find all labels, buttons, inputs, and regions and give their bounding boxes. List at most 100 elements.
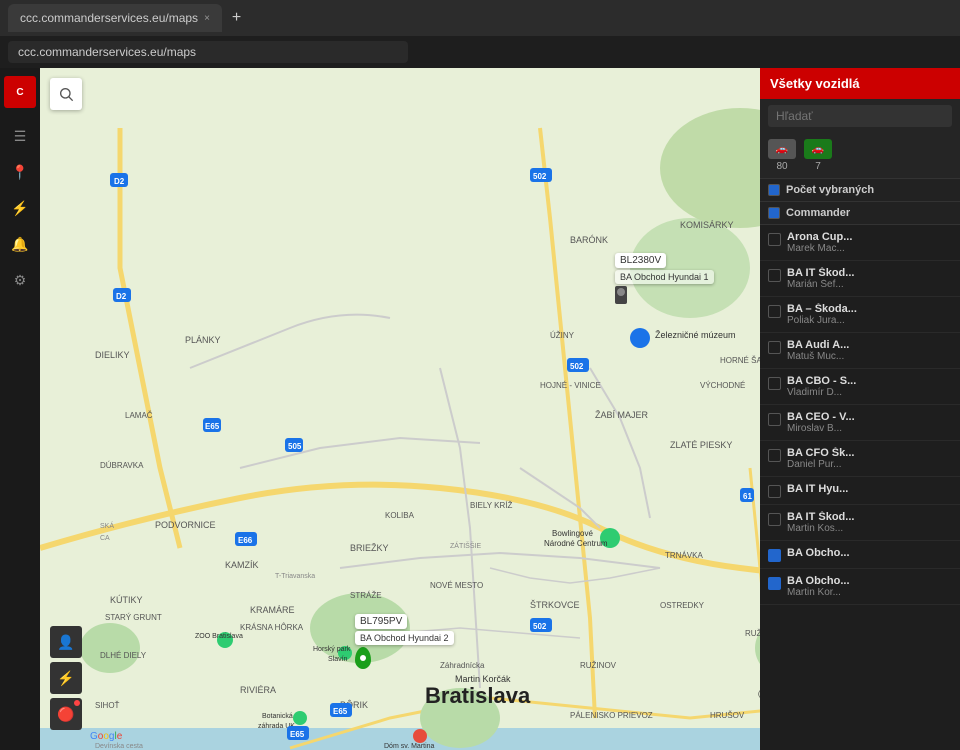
map-alert-button[interactable]: 🔴 <box>50 698 82 730</box>
svg-text:Horský park: Horský park <box>313 646 351 653</box>
new-tab-button[interactable]: + <box>226 9 247 27</box>
svg-text:Slavín: Slavín <box>328 656 348 663</box>
map-layers-button[interactable]: ⚡ <box>50 662 82 694</box>
vehicle-checkbox-1[interactable] <box>768 269 781 282</box>
vehicle-checkbox-4[interactable] <box>768 377 781 390</box>
commander-checkbox[interactable] <box>768 207 780 219</box>
vehicle-checkbox-3[interactable] <box>768 341 781 354</box>
selected-count-checkbox[interactable] <box>768 184 780 196</box>
vehicle-checkbox-6[interactable] <box>768 449 781 462</box>
vehicle-item-1[interactable]: BA IT Škod... Marián Šef... <box>760 261 960 297</box>
vehicle-info-9: BA Obcho... <box>787 547 952 559</box>
svg-text:RUŽINOV: RUŽINOV <box>580 661 617 670</box>
svg-text:KOLIBA: KOLIBA <box>385 511 415 520</box>
vehicle-item-7[interactable]: BA IT Hyu... <box>760 477 960 505</box>
svg-text:HRUŠOV: HRUŠOV <box>710 711 745 720</box>
vehicle-driver-8: Martin Kos... <box>787 523 952 534</box>
vehicle-info-5: BA CEO - V... Miroslav B... <box>787 411 952 434</box>
svg-text:Bowlingové: Bowlingové <box>552 529 593 538</box>
vehicle-info-4: BA CBO - S... Vladimír D... <box>787 375 952 398</box>
vehicle-type-bar: 🚗 80 🚗 7 <box>760 133 960 179</box>
vehicle-info-3: BA Audi A... Matuš Muc... <box>787 339 952 362</box>
sidebar-icon-lightning[interactable]: ⚡ <box>4 192 36 224</box>
selected-count-header[interactable]: Počet vybraných <box>760 179 960 202</box>
svg-text:LAMAČ: LAMAČ <box>125 411 153 420</box>
vehicle-info-6: BA CFO Šk... Daniel Pur... <box>787 447 952 470</box>
svg-text:502: 502 <box>533 172 547 181</box>
svg-text:502: 502 <box>533 622 547 631</box>
marker-bl795pv[interactable]: BL795PV BA Obchod Hyundai 2 <box>355 614 454 669</box>
vehicle-checkbox-7[interactable] <box>768 485 781 498</box>
vehicle-name-3: BA Audi A... <box>787 339 952 351</box>
sidebar-icon-bell[interactable]: 🔔 <box>4 228 36 260</box>
vehicle-item-8[interactable]: BA IT Škod... Martin Kos... <box>760 505 960 541</box>
vehicle-checkbox-10[interactable] <box>768 577 781 590</box>
panel-header: Všetky vozidlá <box>760 68 960 99</box>
vehicle-checkbox-0[interactable] <box>768 233 781 246</box>
left-sidebar: C ☰ 📍 ⚡ 🔔 ⚙ <box>0 68 40 750</box>
address-bar-row: ccc.commanderservices.eu/maps <box>0 36 960 68</box>
marker-bl2380v[interactable]: BL2380V BA Obchod Hyundai 1 <box>615 253 714 304</box>
svg-text:ÚŽINY: ÚŽINY <box>550 331 575 340</box>
svg-text:TRNÁVKA: TRNÁVKA <box>665 551 703 560</box>
vehicle-checkbox-9[interactable] <box>768 549 781 562</box>
vehicle-checkbox-2[interactable] <box>768 305 781 318</box>
svg-text:STARÝ GRUNT: STARÝ GRUNT <box>105 613 162 622</box>
svg-text:DLHÉ DIELY: DLHÉ DIELY <box>100 651 147 660</box>
sidebar-icon-map[interactable]: 📍 <box>4 156 36 188</box>
svg-text:BRIEŽKY: BRIEŽKY <box>350 543 389 553</box>
map-search-button[interactable] <box>50 78 82 110</box>
svg-text:D2: D2 <box>116 292 127 301</box>
vehicle-driver-4: Vladimír D... <box>787 387 952 398</box>
vehicle-driver-5: Miroslav B... <box>787 423 952 434</box>
svg-text:Devínska cesta: Devínska cesta <box>95 743 143 750</box>
vehicle-checkbox-5[interactable] <box>768 413 781 426</box>
vehicle-driver-1: Marián Šef... <box>787 279 952 290</box>
vehicle-item-4[interactable]: BA CBO - S... Vladimír D... <box>760 369 960 405</box>
sidebar-icon-settings[interactable]: ⚙ <box>4 264 36 296</box>
marker-sublabel-2: BA Obchod Hyundai 2 <box>355 631 454 645</box>
map-person-button[interactable]: 👤 <box>50 626 82 658</box>
tab-close-button[interactable]: × <box>204 13 210 24</box>
vehicle-item-2[interactable]: BA – Škoda... Poliak Jura... <box>760 297 960 333</box>
vehicle-item-10[interactable]: BA Obcho... Martin Kor... <box>760 569 960 605</box>
svg-text:Botanická: Botanická <box>262 713 293 720</box>
vehicle-item-6[interactable]: BA CFO Šk... Daniel Pur... <box>760 441 960 477</box>
svg-text:ZÁTIŠŠIE: ZÁTIŠŠIE <box>450 541 481 550</box>
svg-text:RUŽINOV: RUŽINOV <box>745 629 760 638</box>
svg-text:Železničné múzeum: Železničné múzeum <box>655 330 736 340</box>
svg-text:PODVORNICE: PODVORNICE <box>155 520 216 530</box>
active-tab[interactable]: ccc.commanderservices.eu/maps × <box>8 4 222 32</box>
vehicle-item-9[interactable]: BA Obcho... <box>760 541 960 569</box>
vehicle-info-0: Arona Cup... Marek Mac... <box>787 231 952 254</box>
svg-text:NOVÉ MESTO: NOVÉ MESTO <box>430 581 483 590</box>
vehicle-item-0[interactable]: Arona Cup... Marek Mac... <box>760 225 960 261</box>
vehicle-item-5[interactable]: BA CEO - V... Miroslav B... <box>760 405 960 441</box>
right-panel: Všetky vozidlá 🚗 80 🚗 7 Počet vybraných … <box>760 68 960 750</box>
panel-header-label: Všetky vozidlá <box>770 76 860 91</box>
car-icon: 🚗 <box>768 139 796 159</box>
vehicle-name-7: BA IT Hyu... <box>787 483 952 495</box>
svg-text:Bratislava: Bratislava <box>425 683 531 708</box>
vehicle-driver-0: Marek Mac... <box>787 243 952 254</box>
vehicle-driver-2: Poliak Jura... <box>787 315 952 326</box>
vehicle-search-input[interactable] <box>768 105 952 127</box>
address-bar[interactable]: ccc.commanderservices.eu/maps <box>8 41 408 63</box>
vehicle-name-8: BA IT Škod... <box>787 511 952 523</box>
commander-header[interactable]: Commander <box>760 202 960 225</box>
marker-label-2: BL795PV <box>355 614 407 629</box>
browser-tab-bar: ccc.commanderservices.eu/maps × + <box>0 0 960 36</box>
svg-text:STRÁŽE: STRÁŽE <box>350 591 382 600</box>
vehicle-item-3[interactable]: BA Audi A... Matuš Muc... <box>760 333 960 369</box>
svg-text:DÚBRAVKA: DÚBRAVKA <box>100 461 144 470</box>
svg-text:E66: E66 <box>238 536 253 545</box>
marker-label-1: BL2380V <box>615 253 666 268</box>
svg-text:RIVIÉRA: RIVIÉRA <box>240 685 276 695</box>
vehicle-checkbox-8[interactable] <box>768 513 781 526</box>
app-container: C ☰ 📍 ⚡ 🔔 ⚙ <box>0 68 960 750</box>
svg-text:SIHOŤ: SIHOŤ <box>95 701 120 710</box>
vehicle-name-2: BA – Škoda... <box>787 303 952 315</box>
sidebar-icon-menu[interactable]: ☰ <box>4 120 36 152</box>
svg-text:PLÁNKY: PLÁNKY <box>185 335 221 345</box>
vehicle-driver-3: Matuš Muc... <box>787 351 952 362</box>
